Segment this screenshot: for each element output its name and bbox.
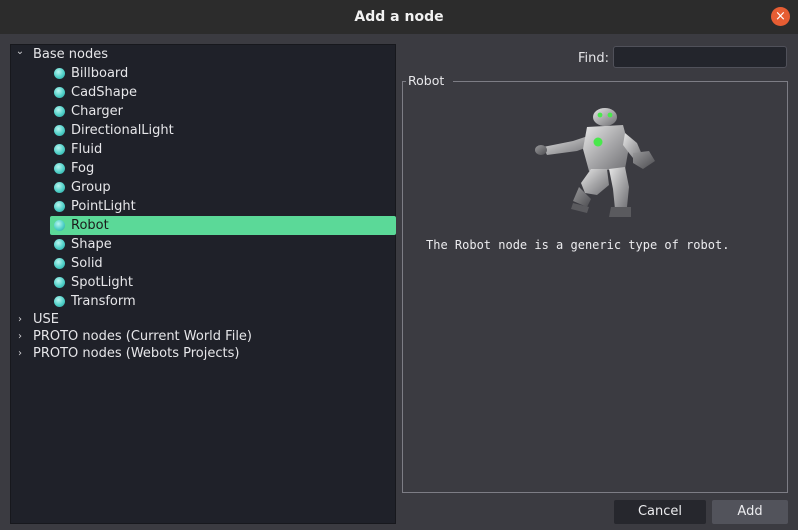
robot-eye	[607, 112, 613, 118]
tree-item-label: Group	[71, 180, 111, 195]
tree-item-label: Charger	[71, 104, 123, 119]
add-button[interactable]: Add	[712, 500, 788, 524]
close-button[interactable]: ×	[771, 7, 790, 26]
tree-item-label: Shape	[71, 237, 112, 252]
tree-item-fog[interactable]: Fog	[11, 159, 395, 178]
tree-item-spotlight[interactable]: SpotLight	[11, 273, 395, 292]
tree-item-label: Fog	[71, 161, 95, 176]
node-bullet-icon	[54, 106, 65, 117]
node-tree[interactable]: ⌄ Base nodes Billboard CadShape Charger …	[10, 44, 396, 524]
group-border	[453, 81, 788, 82]
tree-item-cadshape[interactable]: CadShape	[11, 83, 395, 102]
node-description: The Robot node is a generic type of robo…	[426, 238, 730, 252]
robot-torso	[583, 125, 629, 171]
tree-item-billboard[interactable]: Billboard	[11, 64, 395, 83]
node-bullet-icon	[54, 87, 65, 98]
cancel-button[interactable]: Cancel	[614, 500, 706, 524]
tree-group-label: Base nodes	[33, 47, 109, 62]
node-bullet-icon	[54, 144, 65, 155]
tree-item-label: Fluid	[71, 142, 103, 157]
tree-item-group[interactable]: Group	[11, 178, 395, 197]
tree-group-proto-webots-projects[interactable]: › PROTO nodes (Webots Projects)	[11, 344, 395, 363]
tree-item-label: DirectionalLight	[71, 123, 174, 138]
close-icon: ×	[775, 9, 786, 24]
robot-left-leg	[581, 169, 609, 195]
node-bullet-icon	[54, 220, 65, 231]
tree-item-label: Transform	[71, 294, 136, 309]
tree-item-label: Solid	[71, 256, 103, 271]
tree-item-pointlight[interactable]: PointLight	[11, 197, 395, 216]
tree-item-robot[interactable]: Robot	[11, 216, 396, 235]
tree-item-label: Robot	[71, 218, 109, 233]
node-bullet-icon	[54, 182, 65, 193]
tree-item-solid[interactable]: Solid	[11, 254, 395, 273]
robot-chest-light	[593, 137, 603, 147]
tree-item-fluid[interactable]: Fluid	[11, 140, 395, 159]
tree-item-shape[interactable]: Shape	[11, 235, 395, 254]
dialog-title: Add a node	[354, 9, 444, 25]
chevron-right-icon[interactable]: ›	[14, 344, 26, 363]
robot-left-hand	[535, 145, 547, 155]
tree-item-label: PointLight	[71, 199, 136, 214]
preview-group-title: Robot	[408, 73, 445, 88]
node-bullet-icon	[54, 296, 65, 307]
robot-right-hand	[633, 151, 655, 169]
robot-right-foot	[609, 207, 631, 217]
title-bar: Add a node ×	[0, 0, 798, 34]
tree-group-label: PROTO nodes (Webots Projects)	[33, 346, 240, 361]
tree-group-base-nodes[interactable]: ⌄ Base nodes	[11, 45, 395, 64]
find-label: Find:	[578, 51, 610, 66]
robot-right-leg	[609, 167, 629, 209]
tree-item-label: CadShape	[71, 85, 138, 100]
node-bullet-icon	[54, 201, 65, 212]
node-bullet-icon	[54, 68, 65, 79]
tree-item-charger[interactable]: Charger	[11, 102, 395, 121]
node-bullet-icon	[54, 239, 65, 250]
chevron-down-icon[interactable]: ⌄	[14, 42, 26, 61]
node-bullet-icon	[54, 277, 65, 288]
tree-item-transform[interactable]: Transform	[11, 292, 395, 311]
node-bullet-icon	[54, 258, 65, 269]
node-bullet-icon	[54, 163, 65, 174]
node-bullet-icon	[54, 125, 65, 136]
robot-eye	[597, 112, 603, 118]
tree-item-directionallight[interactable]: DirectionalLight	[11, 121, 395, 140]
robot-head	[593, 108, 617, 126]
robot-preview-image	[535, 108, 655, 217]
tree-item-label: Billboard	[71, 66, 129, 81]
tree-item-label: SpotLight	[71, 275, 133, 290]
find-input[interactable]	[613, 46, 787, 68]
